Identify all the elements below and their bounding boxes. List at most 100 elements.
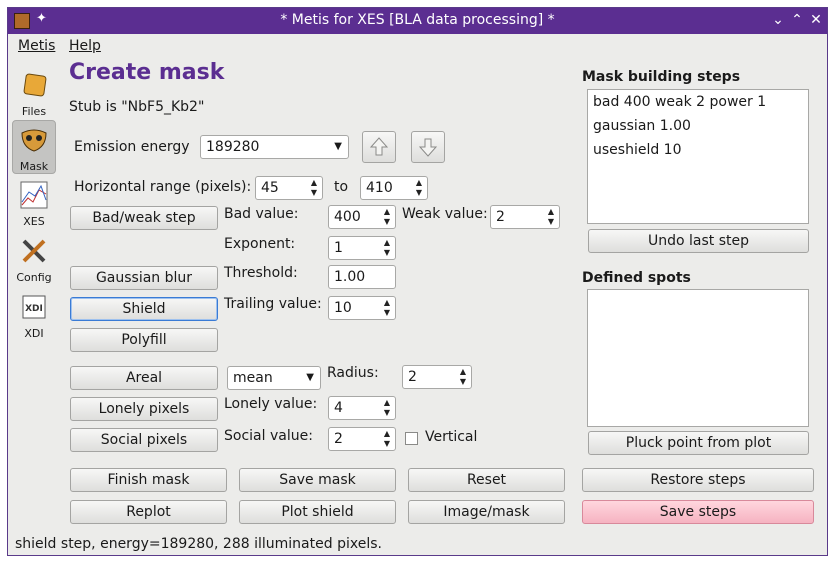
- bad-value-input[interactable]: 400 ▲ ▼: [328, 205, 396, 229]
- arrow-down-icon: [418, 138, 438, 157]
- menu-metis[interactable]: Metis: [18, 38, 55, 54]
- social-value-value: 2: [334, 431, 343, 447]
- social-value-label: Social value:: [224, 428, 313, 444]
- window-title: * Metis for XES [BLA data processing] *: [280, 12, 555, 28]
- spin-arrows-icon: ▲ ▼: [383, 207, 390, 226]
- bad-weak-step-button[interactable]: Bad/weak step: [70, 206, 218, 230]
- spin-arrows-icon: ▲ ▼: [547, 207, 554, 226]
- mask-steps-title: Mask building steps: [582, 69, 741, 85]
- trailing-value-input[interactable]: 10 ▲ ▼: [328, 296, 396, 320]
- close-icon[interactable]: ✕: [807, 10, 825, 30]
- hrange-to-input[interactable]: 410 ▲ ▼: [360, 176, 428, 200]
- defined-spots-title: Defined spots: [582, 270, 691, 286]
- spin-arrows-icon: ▲ ▼: [383, 429, 390, 448]
- pluck-point-button[interactable]: Pluck point from plot: [588, 431, 809, 455]
- weak-value-input[interactable]: 2 ▲ ▼: [490, 205, 560, 229]
- polyfill-button[interactable]: Polyfill: [70, 328, 218, 352]
- mask-steps-list[interactable]: bad 400 weak 2 power 1 gaussian 1.00 use…: [587, 89, 809, 224]
- files-icon: [23, 73, 47, 97]
- emission-energy-select[interactable]: 189280 ▼: [200, 135, 349, 159]
- exponent-value: 1: [334, 240, 343, 256]
- menu-help[interactable]: Help: [69, 38, 101, 54]
- radius-input[interactable]: 2 ▲ ▼: [402, 365, 472, 389]
- lonely-value-value: 4: [334, 400, 343, 416]
- areal-button[interactable]: Areal: [70, 366, 218, 390]
- weak-value-label: Weak value:: [402, 206, 488, 222]
- gaussian-blur-button[interactable]: Gaussian blur: [70, 266, 218, 290]
- xes-plot-icon: [20, 181, 48, 209]
- hrange-from-value: 45: [261, 180, 279, 196]
- list-item[interactable]: useshield 10: [588, 138, 808, 162]
- sidebar-item-label: Config: [16, 271, 52, 284]
- exponent-input[interactable]: 1 ▲ ▼: [328, 236, 396, 260]
- spin-arrows-icon: ▲ ▼: [459, 367, 466, 386]
- areal-mode-select[interactable]: mean ▼: [227, 366, 321, 390]
- mask-icon: [21, 129, 47, 152]
- plot-shield-button[interactable]: Plot shield: [239, 500, 396, 524]
- spin-arrows-icon: ▲ ▼: [383, 298, 390, 317]
- spin-arrows-icon: ▲ ▼: [383, 398, 390, 417]
- areal-mode-value: mean: [233, 370, 273, 386]
- energy-up-button[interactable]: [362, 131, 396, 163]
- svg-text:XDI: XDI: [25, 304, 43, 314]
- exponent-label: Exponent:: [224, 236, 296, 252]
- sidebar-item-xes[interactable]: XES: [12, 176, 56, 230]
- hrange-to-value: 410: [366, 180, 393, 196]
- page-title: Create mask: [69, 60, 225, 85]
- title-bar[interactable]: ✦ * Metis for XES [BLA data processing] …: [8, 8, 827, 34]
- save-mask-button[interactable]: Save mask: [239, 468, 396, 492]
- horizontal-range-label: Horizontal range (pixels):: [74, 179, 252, 195]
- xdi-icon: XDI: [22, 295, 46, 319]
- lonely-value-label: Lonely value:: [224, 396, 318, 412]
- bad-value-value: 400: [334, 209, 361, 225]
- sidebar-item-mask[interactable]: Mask: [12, 120, 56, 174]
- arrow-up-icon: [369, 137, 389, 156]
- emission-energy-label: Emission energy: [74, 139, 190, 155]
- shield-button[interactable]: Shield: [70, 297, 218, 321]
- threshold-input[interactable]: 1.00: [328, 265, 396, 289]
- sidebar-item-label: XES: [23, 215, 45, 228]
- lonely-pixels-button[interactable]: Lonely pixels: [70, 397, 218, 421]
- finish-mask-button[interactable]: Finish mask: [70, 468, 227, 492]
- main-window: ✦ * Metis for XES [BLA data processing] …: [7, 7, 828, 556]
- sidebar-item-label: Mask: [19, 160, 49, 173]
- spin-arrows-icon: ▲ ▼: [383, 238, 390, 257]
- radius-label: Radius:: [327, 365, 379, 381]
- sidebar-item-label: XDI: [24, 327, 44, 340]
- chevron-down-icon: ▼: [334, 141, 342, 152]
- trailing-value-label: Trailing value:: [224, 296, 322, 312]
- energy-down-button[interactable]: [411, 131, 445, 163]
- chevron-down-icon: ▼: [306, 372, 314, 383]
- chevron-up-icon[interactable]: ⌃: [788, 10, 806, 30]
- trailing-value-value: 10: [334, 300, 352, 316]
- vertical-checkbox[interactable]: [405, 432, 418, 445]
- sidebar-item-xdi[interactable]: XDI XDI: [12, 288, 56, 342]
- sidebar-item-config[interactable]: Config: [12, 232, 56, 286]
- lonely-value-input[interactable]: 4 ▲ ▼: [328, 396, 396, 420]
- radius-value: 2: [408, 369, 417, 385]
- weak-value-value: 2: [496, 209, 505, 225]
- chevron-down-icon[interactable]: ⌄: [769, 10, 787, 30]
- bad-value-label: Bad value:: [224, 206, 299, 222]
- restore-steps-button[interactable]: Restore steps: [582, 468, 814, 492]
- social-pixels-button[interactable]: Social pixels: [70, 428, 218, 452]
- emission-energy-value: 189280: [206, 139, 260, 155]
- vertical-label: Vertical: [425, 429, 478, 445]
- image-mask-button[interactable]: Image/mask: [408, 500, 565, 524]
- sidebar-item-files[interactable]: Files: [12, 66, 56, 120]
- social-value-input[interactable]: 2 ▲ ▼: [328, 427, 396, 451]
- spin-arrows-icon: ▲ ▼: [415, 178, 422, 197]
- status-bar: shield step, energy=189280, 288 illumina…: [15, 536, 382, 552]
- hrange-from-input[interactable]: 45 ▲ ▼: [255, 176, 323, 200]
- replot-button[interactable]: Replot: [70, 500, 227, 524]
- list-item[interactable]: gaussian 1.00: [588, 114, 808, 138]
- defined-spots-list[interactable]: [587, 289, 809, 427]
- list-item[interactable]: bad 400 weak 2 power 1: [588, 90, 808, 114]
- spin-arrows-icon: ▲ ▼: [310, 178, 317, 197]
- save-steps-button[interactable]: Save steps: [582, 500, 814, 524]
- threshold-label: Threshold:: [224, 265, 298, 281]
- undo-last-step-button[interactable]: Undo last step: [588, 229, 809, 253]
- config-tools-icon: [22, 239, 46, 263]
- reset-button[interactable]: Reset: [408, 468, 565, 492]
- sidebar-item-label: Files: [21, 105, 47, 118]
